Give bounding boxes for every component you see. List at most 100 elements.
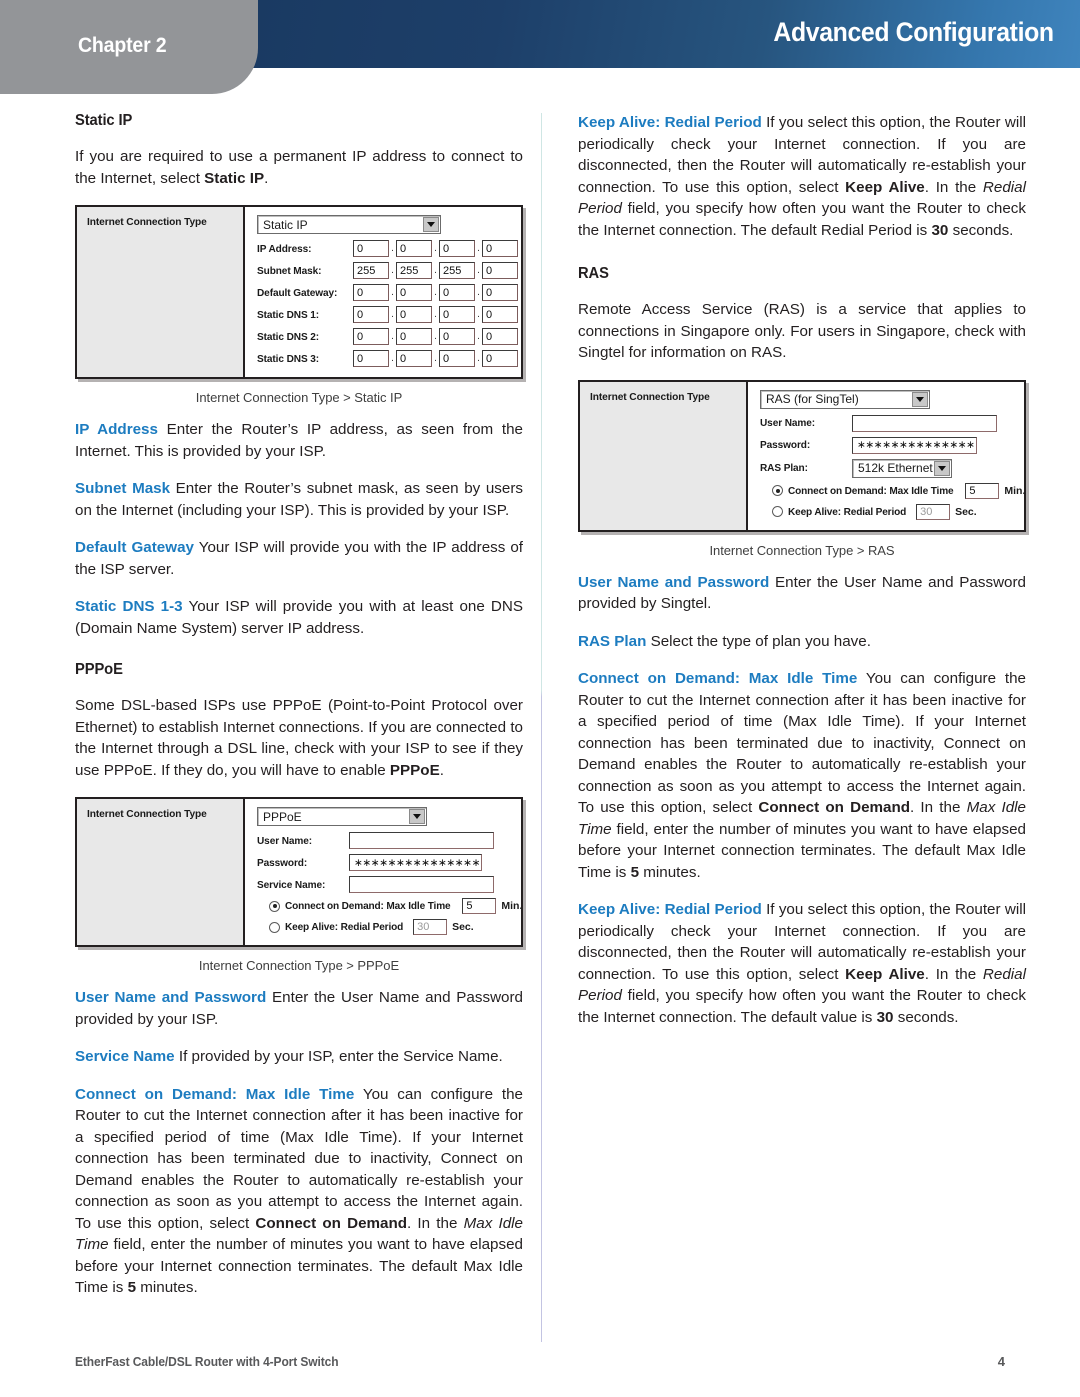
def-ip-address: IP Address Enter the Router’s IP address…: [75, 419, 523, 462]
cod-bold1: Connect on Demand: [758, 799, 911, 816]
octet-input[interactable]: 0: [482, 306, 518, 323]
octet-input[interactable]: 0: [439, 240, 475, 257]
octet-input[interactable]: 0: [482, 328, 518, 345]
ka-p2: . In the: [924, 178, 983, 196]
chevron-down-icon[interactable]: [934, 460, 950, 476]
ka-p3: field, you specify how often you want th…: [578, 987, 1026, 1026]
redial-period-input[interactable]: 30: [916, 503, 951, 520]
radio-connect-on-demand[interactable]: [269, 900, 280, 912]
max-idle-time-input[interactable]: 5: [462, 898, 497, 914]
def-lead: Static DNS 1-3: [75, 598, 183, 615]
def-ras-plan: RAS Plan Select the type of plan you hav…: [578, 631, 1026, 653]
panel-label-cell: Internet Connection Type: [77, 207, 245, 377]
field-row-password: Password: ∗∗∗∗∗∗∗∗∗∗∗∗∗∗∗∗∗: [257, 854, 522, 871]
octet-input[interactable]: 255: [396, 262, 432, 279]
octet-input[interactable]: 0: [439, 284, 475, 301]
radio-row-connect-on-demand[interactable]: Connect on Demand: Max Idle Time 5 Min.: [772, 482, 1025, 499]
connection-type-select[interactable]: PPPoE: [257, 807, 427, 826]
octet-input[interactable]: 0: [439, 328, 475, 345]
panel-fields-cell: PPPoE User Name: Password: ∗∗∗∗∗∗∗∗∗∗∗∗∗…: [245, 799, 530, 945]
field-label: Password:: [257, 856, 308, 869]
field-row-subnet-mask: Subnet Mask: 255. 255. 255. 0: [257, 262, 518, 279]
octet-input[interactable]: 0: [396, 306, 432, 323]
def-lead: Subnet Mask: [75, 480, 171, 497]
service-name-input[interactable]: [349, 876, 494, 893]
connection-type-value: RAS (for SingTel): [766, 392, 859, 406]
radio-label: Connect on Demand: Max Idle Time: [788, 484, 954, 497]
radio-row-keep-alive[interactable]: Keep Alive: Redial Period 30 Sec.: [772, 503, 1025, 520]
pppoe-intro-b: .: [439, 761, 444, 779]
user-name-input[interactable]: [349, 832, 494, 849]
octet-input[interactable]: 0: [439, 306, 475, 323]
ka-p4: seconds.: [948, 221, 1014, 239]
chevron-down-icon[interactable]: [409, 809, 425, 824]
connection-type-select[interactable]: RAS (for SingTel): [760, 389, 930, 409]
octet-dot: .: [477, 265, 480, 276]
radio-keep-alive[interactable]: [269, 921, 280, 933]
octet-input[interactable]: 0: [396, 240, 432, 257]
def-subnet-mask: Subnet Mask Enter the Router’s subnet ma…: [75, 478, 523, 521]
octet-input[interactable]: 0: [396, 350, 432, 367]
redial-period-input[interactable]: 30: [413, 919, 448, 935]
user-name-input[interactable]: [852, 414, 997, 432]
octet-input[interactable]: 0: [482, 350, 518, 367]
radio-row-connect-on-demand[interactable]: Connect on Demand: Max Idle Time 5 Min.: [269, 898, 522, 914]
def-lead: Service Name: [75, 1048, 175, 1065]
column-divider: [541, 113, 542, 1342]
static-ip-intro: If you are required to use a permanent I…: [75, 146, 523, 189]
cod-bold1: Connect on Demand: [255, 1214, 408, 1232]
connection-type-value: Static IP: [263, 217, 308, 232]
octet-input[interactable]: 0: [396, 284, 432, 301]
chevron-down-icon[interactable]: [912, 391, 928, 407]
page-footer: EtherFast Cable/DSL Router with 4-Port S…: [75, 1354, 1005, 1369]
password-input[interactable]: ∗∗∗∗∗∗∗∗∗∗∗∗∗∗∗∗∗: [349, 854, 482, 871]
octet-input[interactable]: 0: [482, 262, 518, 279]
ka-bold2: 30: [876, 1008, 894, 1026]
cod-p2: . In the: [910, 799, 967, 816]
ras-plan-select[interactable]: 512k Ethernet: [852, 458, 952, 478]
radio-keep-alive[interactable]: [772, 506, 783, 517]
octet-group: 0. 0. 0. 0: [353, 306, 518, 323]
octet-input[interactable]: 0: [353, 284, 389, 301]
section-heading-ras: RAS: [578, 265, 609, 282]
def-keep-alive-ras: Keep Alive: Redial Period If you select …: [578, 899, 1026, 1028]
octet-input[interactable]: 0: [482, 284, 518, 301]
def-lead: IP Address: [75, 421, 158, 438]
field-row-service-name: Service Name:: [257, 876, 522, 893]
def-static-dns: Static DNS 1-3 Your ISP will provide you…: [75, 596, 523, 639]
figure-ras: Internet Connection Type RAS (for SingTe…: [578, 379, 1026, 558]
ka-bold1: Keep Alive: [845, 965, 925, 983]
octet-group: 0. 0. 0. 0: [353, 350, 518, 367]
octet-input[interactable]: 255: [439, 262, 475, 279]
ka-p4: seconds.: [893, 1008, 959, 1026]
radio-label: Connect on Demand: Max Idle Time: [285, 900, 451, 912]
octet-input[interactable]: 255: [353, 262, 389, 279]
octet-dot: .: [391, 353, 394, 364]
pppoe-intro: Some DSL-based ISPs use PPPoE (Point-to-…: [75, 695, 523, 781]
max-idle-time-input[interactable]: 5: [965, 482, 1000, 499]
internet-connection-type-label: Internet Connection Type: [87, 216, 207, 228]
panel-fields-cell: Static IP IP Address: 0. 0. 0. 0 Subnet …: [245, 207, 526, 377]
cod-p4: minutes.: [639, 863, 701, 881]
radio-connect-on-demand[interactable]: [772, 485, 783, 496]
def-lead: Connect on Demand: Max Idle Time: [75, 1085, 355, 1103]
radio-row-keep-alive[interactable]: Keep Alive: Redial Period 30 Sec.: [269, 919, 522, 935]
connection-type-select[interactable]: Static IP: [257, 215, 441, 234]
section-heading-pppoe: PPPoE: [75, 661, 123, 678]
octet-dot: .: [434, 309, 437, 320]
octet-input[interactable]: 0: [353, 240, 389, 257]
octet-input[interactable]: 0: [482, 240, 518, 257]
pppoe-intro-a: Some DSL-based ISPs use PPPoE (Point-to-…: [75, 697, 523, 779]
chevron-down-icon[interactable]: [423, 217, 439, 232]
octet-dot: .: [434, 287, 437, 298]
cod-p1: You can configure the Router to cut the …: [75, 1085, 523, 1232]
octet-input[interactable]: 0: [396, 328, 432, 345]
octet-input[interactable]: 0: [439, 350, 475, 367]
field-row-password: Password: ∗∗∗∗∗∗∗∗∗∗∗∗∗∗∗∗: [760, 436, 1025, 454]
octet-input[interactable]: 0: [353, 328, 389, 345]
octet-input[interactable]: 0: [353, 306, 389, 323]
octet-group: 0. 0. 0. 0: [353, 328, 518, 345]
field-label: Default Gateway:: [257, 286, 338, 299]
octet-input[interactable]: 0: [353, 350, 389, 367]
password-input[interactable]: ∗∗∗∗∗∗∗∗∗∗∗∗∗∗∗∗: [852, 436, 977, 454]
